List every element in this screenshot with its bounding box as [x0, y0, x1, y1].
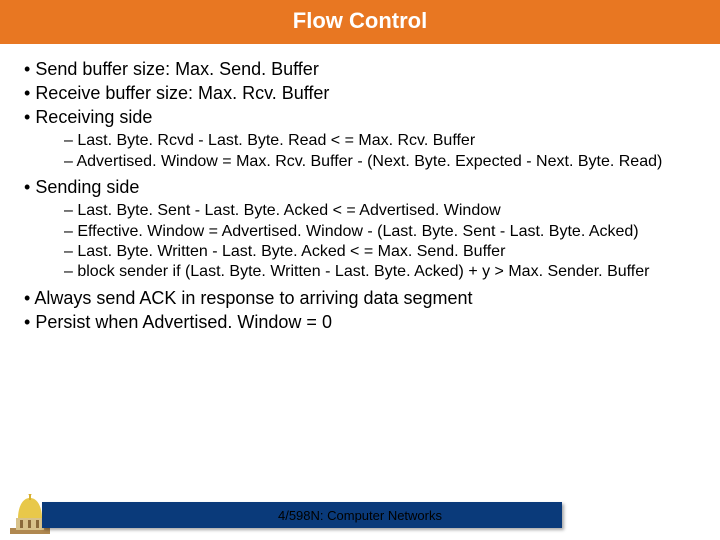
sub-bullet-sent-acked: Last. Byte. Sent - Last. Byte. Acked < =… [64, 201, 702, 221]
bullet-send-buffer: Send buffer size: Max. Send. Buffer [24, 58, 702, 81]
sub-bullet-block-sender: block sender if (Last. Byte. Written - L… [64, 262, 702, 282]
sub-bullet-advertised-window: Advertised. Window = Max. Rcv. Buffer - … [64, 152, 702, 172]
slide-body: Send buffer size: Max. Send. Buffer Rece… [0, 44, 720, 334]
bullet-receive-buffer: Receive buffer size: Max. Rcv. Buffer [24, 82, 702, 105]
bullet-receiving-side: Receiving side [24, 106, 702, 129]
slide-footer: 4/598N: Computer Networks [0, 494, 720, 532]
sub-bullet-rcvd-read: Last. Byte. Rcvd - Last. Byte. Read < = … [64, 131, 702, 151]
sub-bullet-written-acked: Last. Byte. Written - Last. Byte. Acked … [64, 242, 702, 262]
bullet-sending-side: Sending side [24, 176, 702, 199]
footer-label: 4/598N: Computer Networks [0, 508, 720, 523]
bullet-always-ack: Always send ACK in response to arriving … [24, 287, 702, 310]
sub-bullet-effective-window: Effective. Window = Advertised. Window -… [64, 222, 702, 242]
slide-title: Flow Control [0, 0, 720, 44]
bullet-persist: Persist when Advertised. Window = 0 [24, 311, 702, 334]
